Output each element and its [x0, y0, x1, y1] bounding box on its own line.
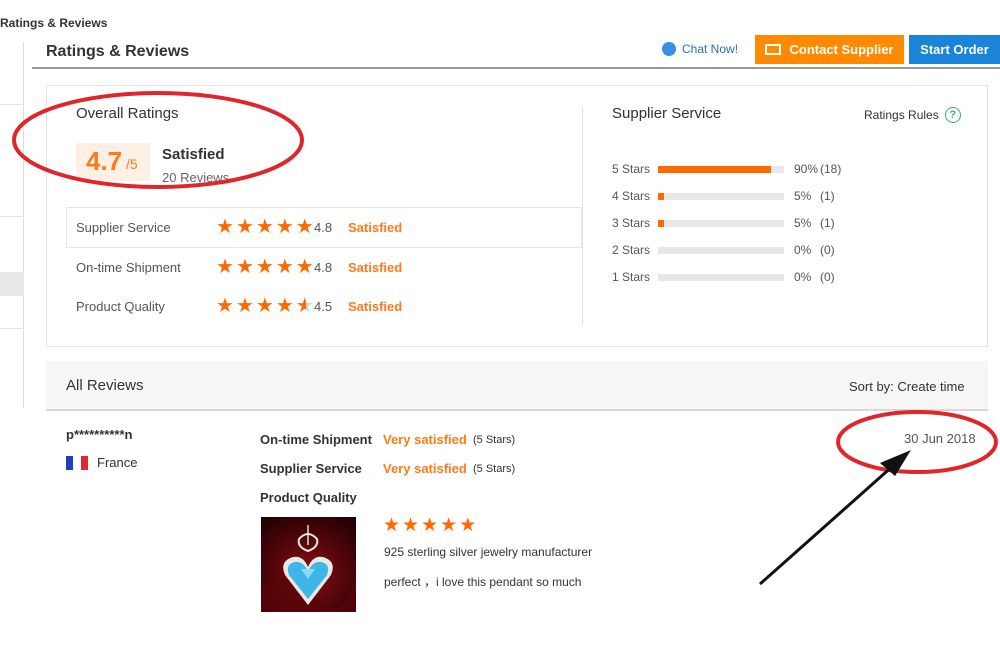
annotation-overlay — [12, 91, 998, 586]
annotation-arrow-line — [759, 463, 895, 586]
annotation-circle-date — [836, 410, 998, 474]
annotation-circle-overall — [12, 91, 304, 189]
